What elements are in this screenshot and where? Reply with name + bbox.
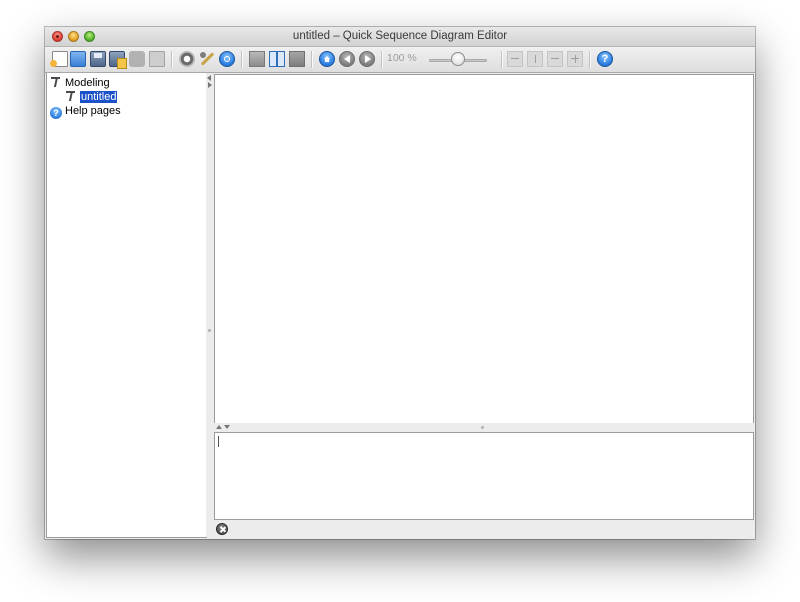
- window-title: untitled – Quick Sequence Diagram Editor: [292, 30, 508, 42]
- back-icon[interactable]: [339, 51, 355, 67]
- collapse-left-arrow-icon[interactable]: [207, 75, 211, 81]
- home-icon[interactable]: [319, 51, 335, 67]
- text-editor[interactable]: [214, 432, 754, 520]
- stop-icon[interactable]: [216, 523, 228, 535]
- toolbar-separator: [381, 51, 383, 68]
- collapse-up-arrow-icon[interactable]: [216, 425, 222, 429]
- diagram-canvas[interactable]: [214, 74, 754, 424]
- help-icon: ?: [50, 107, 62, 119]
- collapse-down-arrow-icon[interactable]: [224, 425, 230, 429]
- layout-fullscreen-icon[interactable]: [289, 51, 305, 67]
- tree-item-modeling[interactable]: Modeling: [50, 76, 110, 90]
- layout-top-bottom-icon[interactable]: [249, 51, 265, 67]
- tree-item-label: Modeling: [65, 77, 110, 89]
- export-icon[interactable]: [129, 51, 145, 67]
- app-window: untitled – Quick Sequence Diagram Editor…: [45, 27, 755, 539]
- status-bar: [214, 520, 754, 538]
- fit-horizontal-icon[interactable]: [547, 51, 563, 67]
- forward-icon[interactable]: [359, 51, 375, 67]
- fit-height-icon[interactable]: [527, 51, 543, 67]
- toolbar-separator: [501, 51, 503, 68]
- toolbar-separator: [589, 51, 591, 68]
- wrench-icon[interactable]: [199, 51, 215, 67]
- text-caret: [218, 436, 219, 447]
- title-bar: untitled – Quick Sequence Diagram Editor: [45, 27, 755, 47]
- splitter-grip-icon: [208, 329, 211, 332]
- new-file-icon[interactable]: [50, 51, 68, 67]
- horizontal-split-divider[interactable]: [214, 423, 754, 432]
- save-as-icon[interactable]: [109, 51, 127, 69]
- toolbar-separator: [311, 51, 313, 68]
- reload-icon[interactable]: [219, 51, 235, 67]
- tree-item-label: untitled: [80, 91, 118, 103]
- vertical-split-divider[interactable]: [206, 73, 214, 537]
- fit-all-icon[interactable]: [567, 51, 583, 67]
- tool-icon: [65, 90, 77, 102]
- tree-item-help-pages[interactable]: ? Help pages: [50, 104, 121, 119]
- expand-right-arrow-icon[interactable]: [208, 82, 212, 88]
- toolbar-separator: [241, 51, 243, 68]
- tree-pane[interactable]: Modeling untitled ? Help pages: [46, 73, 207, 538]
- fit-width-icon[interactable]: [507, 51, 523, 67]
- open-folder-icon[interactable]: [70, 51, 86, 67]
- layout-left-right-icon[interactable]: [269, 51, 285, 67]
- print-icon[interactable]: [149, 51, 165, 67]
- tree-item-label: Help pages: [65, 105, 121, 117]
- zoom-magnifier-icon[interactable]: [179, 51, 195, 67]
- zoom-slider-knob[interactable]: [451, 52, 465, 66]
- save-icon[interactable]: [90, 51, 106, 67]
- tool-icon: [50, 76, 62, 88]
- toolbar-separator: [171, 51, 173, 68]
- help-icon[interactable]: ?: [597, 51, 613, 67]
- splitter-grip-icon: [481, 426, 484, 429]
- tree-item-untitled[interactable]: untitled: [65, 90, 118, 104]
- zoom-level-label: 100 %: [387, 52, 417, 64]
- toolbar: 100 % ?: [45, 47, 755, 73]
